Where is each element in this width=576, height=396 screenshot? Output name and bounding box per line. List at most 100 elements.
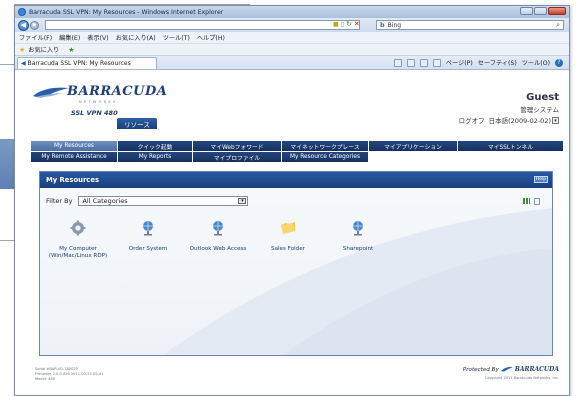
feeds-icon[interactable] xyxy=(406,58,415,67)
page-menu[interactable]: ページ(P) xyxy=(446,58,473,67)
protected-label: Protected By xyxy=(462,366,499,373)
nav-profile[interactable]: マイプロファイル xyxy=(193,152,281,162)
search-icon[interactable]: ⌕ xyxy=(556,21,560,30)
nav-remote-assistance[interactable]: My Remote Assistance xyxy=(31,152,117,162)
category-filter-select[interactable]: All Categories ▾ xyxy=(78,196,249,206)
grid-view-icon[interactable] xyxy=(523,198,530,204)
help-icon[interactable]: ? xyxy=(555,58,563,67)
footer-brand: Protected By BARRACUDA Copyright 2011 Ba… xyxy=(463,366,559,380)
tools-menu[interactable]: ツール(O) xyxy=(522,58,550,67)
command-bar: ページ(P) セーフティ(S) ツール(O) ? xyxy=(393,58,563,67)
filter-row: Filter By All Categories ▾ xyxy=(46,196,249,206)
resource-label: Sales Folder xyxy=(271,246,305,252)
resource-sharepoint[interactable]: Sharepoint xyxy=(328,220,388,253)
filter-value: All Categories xyxy=(82,197,128,205)
section-badge: リソース xyxy=(117,118,157,129)
resource-list: My Computer (Win/Mac/Linux RDP) Order Sy… xyxy=(40,220,552,300)
resource-label: My Computer (Win/Mac/Linux RDP) xyxy=(48,246,108,259)
back-arrow-icon: ◀ xyxy=(20,21,27,29)
help-button[interactable]: Help xyxy=(534,176,548,183)
resources-panel: My Resources Help Filter By All Categori… xyxy=(39,171,553,356)
nav-network-places[interactable]: マイネットワークプレース xyxy=(282,141,368,151)
view-toggle xyxy=(523,198,540,205)
bing-icon: b xyxy=(380,21,385,29)
menu-file[interactable]: ファイル(F) xyxy=(19,33,52,42)
menu-favorites[interactable]: お気に入り(A) xyxy=(116,33,156,42)
panel-title: My Resources xyxy=(46,176,99,184)
back-button[interactable]: ◀ xyxy=(18,19,29,31)
nav-reports[interactable]: My Reports xyxy=(118,152,192,162)
chevron-down-icon: ▾ xyxy=(552,116,559,124)
model-number: Model: 480 xyxy=(35,377,56,381)
menu-help[interactable]: ヘルプ(H) xyxy=(197,33,225,42)
resource-order-system[interactable]: Order System xyxy=(118,220,178,253)
nav-ssl-tunnels[interactable]: マイSSLトンネル xyxy=(458,141,563,151)
nav-resource-categories[interactable]: My Resource Categories xyxy=(282,152,368,162)
page-content: BARRACUDA NETWORKS SSL VPN 480 リソース Gues… xyxy=(15,70,569,395)
search-engine-label: Bing xyxy=(387,21,402,29)
safety-menu[interactable]: セーフティ(S) xyxy=(478,58,517,67)
forward-button[interactable]: ▶ xyxy=(30,20,39,30)
forward-arrow-icon: ▶ xyxy=(32,22,37,28)
menu-bar: ファイル(F) 編集(E) 表示(V) お気に入り(A) ツール(T) ヘルプ(… xyxy=(15,32,569,44)
search-input[interactable]: b Bing ⌕ xyxy=(376,20,564,30)
resource-label: Order System xyxy=(128,246,168,252)
browser-tab[interactable]: ◀ Barracuda SSL VPN: My Resources xyxy=(17,56,157,69)
logo-text: BARRACUDA xyxy=(67,84,168,99)
user-info: Guest 管理システム ログオフ 日本語(2009-02-02) ▾ xyxy=(459,92,559,125)
gear-computer-icon xyxy=(70,220,86,236)
barracuda-logo[interactable]: BARRACUDA NETWORKS SSL VPN 480 リソース xyxy=(31,80,171,129)
nav-my-resources[interactable]: My Resources xyxy=(31,141,117,151)
user-name: Guest xyxy=(526,92,559,103)
menu-edit[interactable]: 編集(E) xyxy=(59,33,80,42)
resource-sales-folder[interactable]: Sales Folder xyxy=(258,220,318,253)
print-icon[interactable] xyxy=(432,58,441,67)
logo-subtitle: NETWORKS xyxy=(79,100,118,104)
menu-tools[interactable]: ツール(T) xyxy=(163,33,190,42)
address-actions: ■ ▯ ↻ ✕ xyxy=(333,20,360,28)
barracuda-fish-icon xyxy=(33,87,69,98)
window-controls xyxy=(520,7,566,15)
stop-icon[interactable]: ✕ xyxy=(354,20,360,28)
globe-web-icon xyxy=(143,221,153,236)
filter-label: Filter By xyxy=(46,197,73,205)
panel-header: My Resources Help xyxy=(40,172,552,188)
barracuda-fish-icon xyxy=(500,366,513,372)
favorites-star-icon[interactable]: ★ xyxy=(19,46,25,54)
ie-logo-icon xyxy=(18,8,26,16)
refresh-icon[interactable]: ↻ xyxy=(346,20,352,28)
address-bar[interactable] xyxy=(45,20,360,30)
menu-view[interactable]: 表示(V) xyxy=(87,33,108,42)
lock-icon[interactable]: ■ xyxy=(333,21,339,28)
user-links: ログオフ 日本語(2009-02-02) ▾ xyxy=(459,115,559,125)
background-window-strip xyxy=(0,0,14,396)
nav-quick-launch[interactable]: クイック起動 xyxy=(118,141,192,151)
logout-link[interactable]: ログオフ xyxy=(459,115,485,125)
maximize-button[interactable] xyxy=(534,7,547,15)
globe-web-icon xyxy=(213,221,223,236)
list-view-icon[interactable] xyxy=(534,198,540,205)
close-button[interactable] xyxy=(548,7,566,15)
favorites-button[interactable]: お気に入り xyxy=(28,45,59,54)
resource-my-computer[interactable]: My Computer (Win/Mac/Linux RDP) xyxy=(48,220,108,260)
mail-icon[interactable] xyxy=(419,58,428,67)
resource-label: Sharepoint xyxy=(342,246,374,252)
main-nav: My Resources クイック起動 マイWebフォワード マイネットワークプ… xyxy=(31,141,565,162)
minimize-button[interactable] xyxy=(520,7,533,15)
window-title: Barracuda SSL VPN: My Resources - Window… xyxy=(29,8,224,16)
chevron-down-icon: ▾ xyxy=(238,198,247,204)
device-info: Serial #BAR-VD-180025 Firmware 2.0.0.028… xyxy=(35,367,103,382)
home-icon[interactable] xyxy=(393,58,402,67)
resource-outlook-web-access[interactable]: Outlook Web Access xyxy=(188,220,248,253)
tab-label: Barracuda SSL VPN: My Resources xyxy=(27,59,131,67)
nav-row-2: My Remote Assistance My Reports マイプロファイル… xyxy=(31,152,565,162)
nav-web-forwards[interactable]: マイWebフォワード xyxy=(193,141,281,151)
add-favorite-icon[interactable]: ★ xyxy=(68,46,74,54)
nav-applications[interactable]: マイアプリケーション xyxy=(369,141,457,151)
tab-row: ◀ Barracuda SSL VPN: My Resources ページ(P)… xyxy=(15,56,569,70)
folder-icon xyxy=(281,222,295,234)
language-label: 日本語(2009-02-02) xyxy=(488,117,551,125)
protected-brand: BARRACUDA xyxy=(514,366,559,373)
language-select[interactable]: 日本語(2009-02-02) ▾ xyxy=(489,115,559,125)
compat-view-icon[interactable]: ▯ xyxy=(341,21,344,28)
